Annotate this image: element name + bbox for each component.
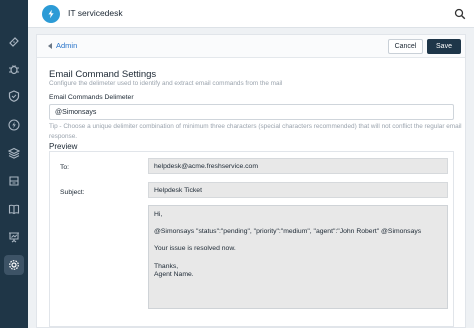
section-description: Configure the delimeter used to identify… [49, 80, 283, 87]
body-signoff: Thanks, [154, 262, 179, 270]
top-bar: IT servicedesk [28, 0, 474, 28]
cancel-button[interactable]: Cancel [388, 39, 423, 54]
preview-to-label: To: [60, 164, 70, 171]
delimiter-label: Email Commands Delimeter [49, 94, 134, 101]
preview-subject-field: Helpdesk Ticket [148, 182, 448, 198]
preview-body: Hi, @Simonsays "status":"pending", "prio… [148, 205, 448, 309]
body-blank-1 [154, 220, 442, 229]
body-blank-2 [154, 237, 442, 246]
shield-icon[interactable] [6, 88, 22, 104]
preview-subject-value: Helpdesk Ticket [154, 186, 202, 194]
delimiter-value: @Simonsays [55, 108, 97, 116]
save-button[interactable]: Save [427, 39, 461, 54]
body-blank-3 [154, 254, 442, 263]
book-icon[interactable] [6, 201, 22, 217]
bug-icon[interactable] [6, 61, 22, 77]
breadcrumb-admin-link[interactable]: Admin [48, 41, 77, 50]
search-icon[interactable] [454, 7, 466, 20]
app-title: IT servicedesk [68, 8, 123, 18]
settings-card: Admin Cancel Save Email Command Settings… [36, 34, 466, 328]
body-signature: Agent Name. [154, 271, 194, 279]
body-command: @Simonsays "status":"pending", "priority… [154, 228, 422, 236]
sidebar [0, 0, 28, 328]
layers-icon[interactable] [6, 145, 22, 161]
body-greeting: Hi, [154, 211, 163, 218]
delimiter-tip: Tip - Choose a unique delimiter combinat… [49, 123, 462, 140]
section-title: Email Command Settings [49, 69, 157, 80]
ticket-icon[interactable] [6, 34, 22, 50]
card-header: Admin Cancel Save [37, 35, 465, 58]
app-logo-icon[interactable] [42, 5, 60, 23]
preview-title: Preview [49, 142, 78, 151]
body-message: Your issue is resolved now. [154, 245, 236, 253]
back-caret-icon [48, 42, 52, 49]
preview-panel: To: helpdesk@acme.freshservice.com Subje… [49, 151, 454, 327]
breadcrumb-label: Admin [56, 41, 78, 50]
lightning-icon[interactable] [6, 117, 22, 133]
preview-to-value: helpdesk@acme.freshservice.com [154, 162, 258, 170]
delimiter-input[interactable]: @Simonsays [49, 104, 454, 120]
preview-subject-label: Subject: [60, 189, 85, 196]
archive-icon[interactable] [6, 173, 22, 189]
presentation-icon[interactable] [6, 229, 22, 245]
gear-icon[interactable] [6, 257, 22, 273]
preview-to-field: helpdesk@acme.freshservice.com [148, 158, 448, 174]
